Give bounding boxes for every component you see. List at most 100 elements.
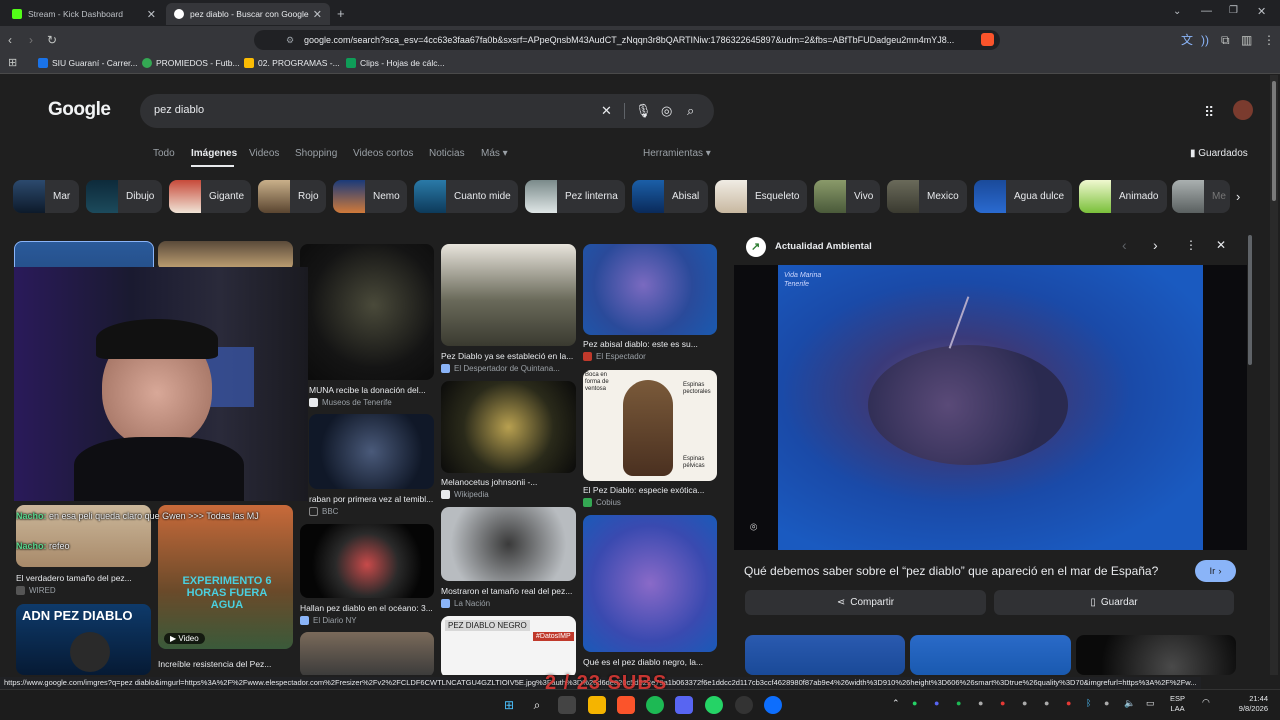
result-image[interactable] <box>300 632 434 675</box>
chip-nemo[interactable]: Nemo <box>333 180 407 213</box>
tray-spotify-icon[interactable]: ● <box>956 698 961 708</box>
bluetooth-icon[interactable]: ᛒ <box>1086 698 1091 708</box>
wifi-icon[interactable]: ◠ <box>1202 697 1210 708</box>
share-button[interactable]: ⋖ Compartir <box>745 590 986 615</box>
chip-pez-linterna[interactable]: Pez linterna <box>525 180 625 213</box>
tray-app-icon[interactable]: ● <box>1022 698 1027 708</box>
chip-rojo[interactable]: Rojo <box>258 180 326 213</box>
related-image[interactable] <box>910 635 1071 675</box>
bookmark-siu-guarani[interactable]: SIU Guaraní - Carrer... <box>38 58 138 68</box>
tray-app-icon[interactable]: ● <box>1104 698 1109 708</box>
result-image[interactable] <box>441 381 576 473</box>
result-caption[interactable]: El verdadero tamaño del pez... <box>16 573 151 583</box>
result-source[interactable]: El Despertador de Quintana... <box>441 364 560 373</box>
close-panel-icon[interactable]: ✕ <box>1216 238 1226 252</box>
menu-icon[interactable]: ⋮ <box>1263 32 1275 48</box>
related-image[interactable] <box>745 635 905 675</box>
chip-abisal[interactable]: Abisal <box>632 180 708 213</box>
lens-icon[interactable]: ◎ <box>661 103 672 119</box>
tray-record-icon[interactable]: ● <box>1000 698 1005 708</box>
language-indicator[interactable]: ESP LAA <box>1170 694 1185 714</box>
result-image[interactable] <box>300 524 434 598</box>
result-source[interactable]: Wikipedia <box>441 490 489 499</box>
visit-button[interactable]: Ir › <box>1195 560 1236 582</box>
result-caption[interactable]: Hallan pez diablo en el océano: 3... <box>300 603 434 613</box>
apps-grid-icon[interactable]: ⠿ <box>1204 104 1214 121</box>
chip-cuanto-mide[interactable]: Cuanto mide <box>414 180 518 213</box>
whatsapp-icon[interactable] <box>705 696 723 714</box>
tray-discord-icon[interactable]: ● <box>934 698 939 708</box>
tray-app-icon[interactable]: ● <box>1044 698 1049 708</box>
chip-agua-dulce[interactable]: Agua dulce <box>974 180 1072 213</box>
address-bar[interactable]: ⚙ google.com/search?sca_esv=4cc63e3faa67… <box>254 30 1000 50</box>
page-scrollbar[interactable] <box>1270 75 1278 675</box>
tab-kick-dashboard[interactable]: Stream - Kick Dashboard ✕ <box>4 3 164 25</box>
close-window-icon[interactable]: ✕ <box>1257 5 1266 18</box>
tab-noticias[interactable]: Noticias <box>429 148 465 159</box>
panel-title[interactable]: Qué debemos saber sobre el “pez diablo” … <box>744 563 1184 579</box>
result-caption[interactable]: Pez Diablo ya se estableció en la... <box>441 351 576 361</box>
result-image[interactable]: EXPERIMENTO 6 HORAS FUERA AGUA ▶ Video <box>158 505 293 649</box>
tab-mas[interactable]: Más ▾ <box>481 148 508 159</box>
result-caption[interactable]: Mostraron el tamaño real del pez... <box>441 586 576 596</box>
bookmark-programas[interactable]: 02. PROGRAMAS -... <box>244 58 340 68</box>
chip-mexico[interactable]: Mexico <box>887 180 967 213</box>
google-logo[interactable]: Google <box>48 99 111 121</box>
chip-dibujo[interactable]: Dibujo <box>86 180 162 213</box>
result-image[interactable] <box>309 414 434 489</box>
panel-source-name[interactable]: Actualidad Ambiental <box>775 241 872 252</box>
result-image[interactable] <box>583 244 717 335</box>
result-image[interactable] <box>583 515 717 652</box>
mic-icon[interactable]: 🎙 <box>635 103 652 119</box>
search-icon[interactable]: ⌕ <box>687 103 694 119</box>
chip-animado[interactable]: Animado <box>1079 180 1167 213</box>
result-source[interactable]: El Diario NY <box>300 616 357 625</box>
brave-icon[interactable] <box>617 696 635 714</box>
apps-icon[interactable]: ⊞ <box>8 56 17 69</box>
result-source[interactable]: Cobius <box>583 498 621 507</box>
extensions-icon[interactable]: ⧉ <box>1221 32 1230 48</box>
clock[interactable]: 21:44 9/8/2026 <box>1230 694 1268 714</box>
result-caption[interactable]: Qué es el pez diablo negro, la... <box>583 657 717 667</box>
chip-more[interactable]: Me <box>1172 180 1230 213</box>
result-image[interactable] <box>441 244 576 346</box>
result-image[interactable] <box>300 244 434 380</box>
chip-esqueleto[interactable]: Esqueleto <box>715 180 807 213</box>
tab-todo[interactable]: Todo <box>153 148 175 159</box>
file-explorer-icon[interactable] <box>588 696 606 714</box>
result-caption[interactable]: MUNA recibe la donación del... <box>309 385 434 395</box>
result-caption[interactable]: raban por primera vez al temibl... <box>309 494 434 504</box>
sidebar-icon[interactable]: ▥ <box>1241 32 1252 48</box>
network-icon[interactable]: ▭ <box>1146 698 1155 709</box>
result-caption[interactable]: Pez abisal diablo: este es su... <box>583 339 717 349</box>
volume-icon[interactable]: 🔈 <box>1124 698 1135 709</box>
new-tab-icon[interactable]: + <box>337 6 345 21</box>
lens-search-icon[interactable]: ⌾ <box>750 520 757 535</box>
save-button[interactable]: ▯ Guardar <box>994 590 1234 615</box>
chip-mar[interactable]: Mar <box>13 180 79 213</box>
obs-icon[interactable] <box>735 696 753 714</box>
translate-icon[interactable]: 文 <box>1181 32 1193 48</box>
panel-scrollbar[interactable] <box>1248 235 1252 365</box>
app-icon[interactable] <box>764 696 782 714</box>
result-source[interactable]: El Espectador <box>583 352 646 361</box>
result-caption[interactable]: El Pez Diablo: especie exótica... <box>583 485 717 495</box>
tray-whatsapp-icon[interactable]: ● <box>912 698 917 708</box>
tab-google-search[interactable]: pez diablo - Buscar con Google ✕ <box>166 3 330 25</box>
result-source[interactable]: WIRED <box>16 586 56 595</box>
search-box[interactable]: pez diablo ✕ 🎙 ◎ ⌕ <box>140 94 714 128</box>
close-tab-icon[interactable]: ✕ <box>147 8 156 21</box>
bookmark-clips[interactable]: Clips - Hojas de cálc... <box>346 58 445 68</box>
saved-link[interactable]: ▮ Guardados <box>1190 148 1248 159</box>
result-image[interactable] <box>441 507 576 581</box>
prev-image-icon[interactable]: ‹ <box>1122 237 1127 253</box>
site-info-icon[interactable]: ⚙ <box>286 30 294 50</box>
tab-videos[interactable]: Videos <box>249 148 279 159</box>
tab-search-icon[interactable]: ⌄ <box>1173 6 1181 17</box>
task-view-icon[interactable] <box>558 696 576 714</box>
tray-expand-icon[interactable]: ⌃ <box>892 698 900 709</box>
chips-next-icon[interactable]: › <box>1236 189 1240 204</box>
tab-videos-cortos[interactable]: Videos cortos <box>353 148 413 159</box>
tray-app-icon[interactable]: ● <box>1066 698 1071 708</box>
result-caption[interactable]: Increíble resistencia del Pez... <box>158 659 293 669</box>
